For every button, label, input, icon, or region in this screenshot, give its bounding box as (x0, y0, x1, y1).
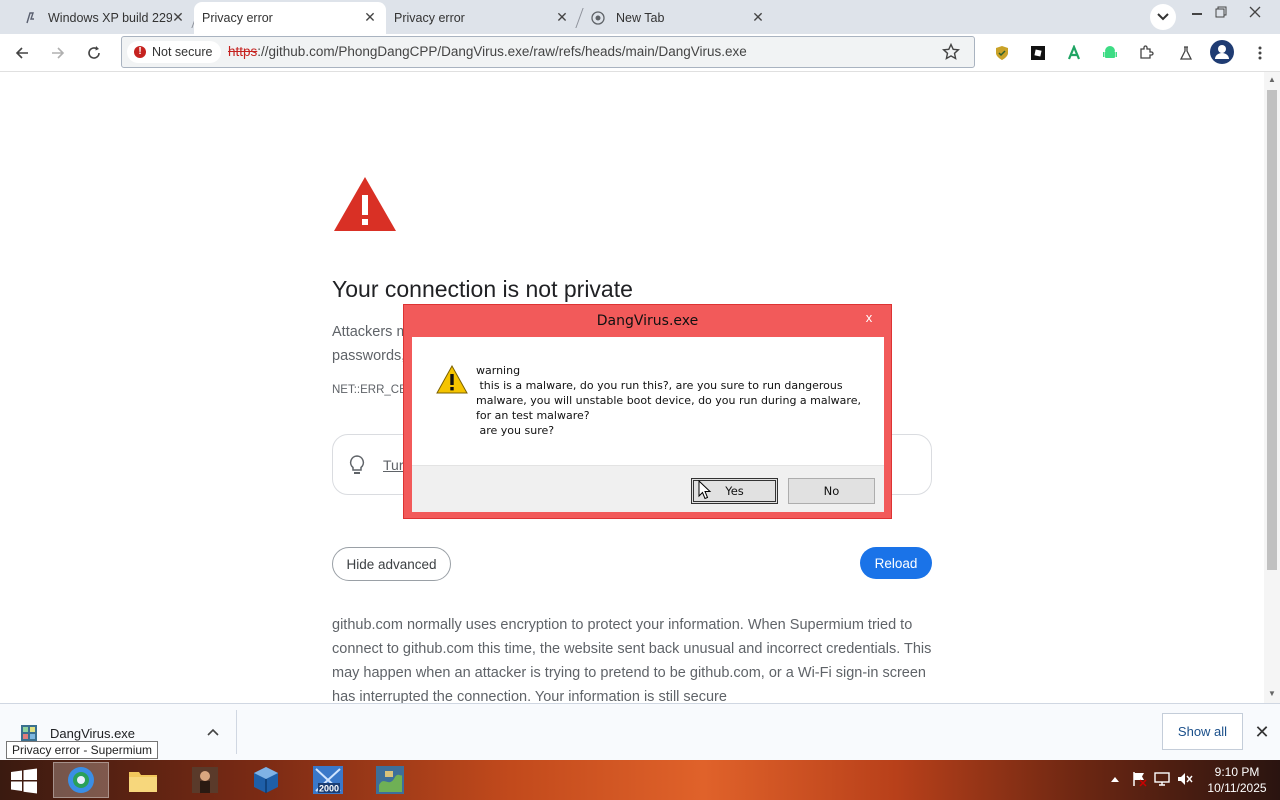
lightbulb-icon (349, 455, 365, 474)
warning-triangle-icon (334, 177, 396, 231)
taskbar-supermium-browser[interactable] (53, 762, 109, 798)
url-text[interactable]: https://github.com/PhongDangCPP/DangViru… (228, 44, 747, 59)
tab-close-icon[interactable]: ✕ (554, 9, 570, 25)
clock-date: 10/11/2025 (1207, 781, 1267, 795)
taskbar-game-app[interactable] (177, 762, 233, 798)
dialog-message-line: for an test malware? (476, 409, 590, 422)
shelf-close-icon[interactable]: ✕ (1252, 722, 1272, 742)
taskbar-virtualbox[interactable] (238, 762, 294, 798)
reload-button[interactable]: Reload (860, 547, 932, 579)
system-clock[interactable]: 9:10 PM 10/11/2025 (1200, 764, 1274, 796)
scrollbar-thumb[interactable] (1267, 90, 1277, 570)
tab-windows-xp[interactable]: Windows XP build 229( ✕ (14, 2, 200, 34)
dialog-message: warning this is a malware, do you run th… (476, 363, 866, 438)
forward-arrow-icon[interactable] (46, 41, 70, 65)
dialog-no-button[interactable]: No (788, 478, 875, 504)
tab-title: Windows XP build 229( (48, 11, 172, 25)
tab-new-tab[interactable]: New Tab ✕ (582, 2, 774, 34)
tab-privacy-error[interactable]: Privacy error ✕ (386, 2, 584, 34)
back-arrow-icon[interactable] (10, 41, 34, 65)
tab-favicon-icon (22, 10, 38, 26)
scroll-down-icon[interactable]: ▼ (1267, 689, 1277, 699)
not-secure-icon: ! (134, 46, 146, 58)
reload-icon[interactable] (82, 41, 106, 65)
globe-icon (590, 10, 606, 26)
tab-close-icon[interactable]: ✕ (750, 9, 766, 25)
action-center-flag-icon[interactable] (1130, 770, 1148, 788)
restore-icon[interactable] (1208, 2, 1234, 22)
folder-icon (129, 772, 157, 792)
shield-extension-icon[interactable] (992, 43, 1012, 63)
roblox-extension-icon[interactable] (1028, 43, 1048, 63)
windows-2000-icon: 2000 (313, 766, 343, 794)
dialog-footer: Yes No (412, 465, 884, 512)
android-extension-icon[interactable] (1100, 43, 1120, 63)
tab-title: New Tab (616, 11, 665, 25)
tab-search-dropdown-icon[interactable] (1150, 4, 1176, 30)
security-chip[interactable]: ! Not secure (127, 41, 222, 63)
show-all-button[interactable]: Show all (1162, 713, 1243, 750)
dialog-title: DangVirus.exe (596, 313, 699, 329)
bookmark-star-icon[interactable] (942, 43, 960, 61)
network-icon[interactable] (1153, 770, 1171, 788)
windows-start-icon[interactable] (10, 768, 38, 794)
virtualbox-icon (254, 767, 278, 793)
tab-close-icon[interactable]: ✕ (170, 9, 186, 25)
minimize-icon[interactable] (1184, 2, 1210, 22)
a-extension-icon[interactable] (1064, 43, 1084, 63)
exe-file-icon (21, 725, 37, 741)
volume-muted-icon[interactable] (1176, 770, 1194, 788)
tray-overflow-chevron-icon[interactable] (1106, 770, 1124, 788)
tab-privacy-error-active[interactable]: Privacy error ✕ (194, 2, 386, 34)
dialog-message-line: are you sure? (476, 424, 555, 437)
dialog-close-button[interactable]: x (855, 309, 883, 327)
url-rest: ://github.com/PhongDangCPP/DangVirus.exe… (257, 44, 747, 59)
tip-link[interactable]: Tur (383, 457, 403, 473)
tab-close-icon[interactable]: ✕ (362, 9, 378, 25)
dialog-body: warning this is a malware, do you run th… (412, 337, 884, 512)
scroll-up-icon[interactable]: ▲ (1267, 75, 1277, 85)
browser-toolbar: ! Not secure https://github.com/PhongDan… (0, 34, 1280, 72)
dangvirus-dialog: DangVirus.exe x warning this is a malwar… (403, 304, 892, 519)
hide-advanced-button[interactable]: Hide advanced (332, 547, 451, 581)
tab-strip: Windows XP build 229( ✕ Privacy error ✕ … (0, 0, 1280, 34)
taskbar-tooltip: Privacy error - Supermium (6, 741, 159, 759)
download-shelf: DangVirus.exe Show all ✕ (0, 703, 1280, 760)
chevron-up-icon[interactable] (206, 726, 220, 740)
dialog-message-line: warning (476, 364, 521, 377)
mouse-cursor-icon (698, 480, 712, 500)
dialog-message-line: malware, you will unstable boot device, … (476, 394, 861, 407)
menu-dots-icon[interactable] (1250, 43, 1270, 63)
taskbar: 2000 9:10 PM 10/11/2025 (0, 760, 1280, 800)
profile-avatar-icon[interactable] (1208, 38, 1236, 66)
security-chip-label: Not secure (152, 45, 213, 59)
download-file-name: DangVirus.exe (50, 726, 136, 741)
page-scrollbar[interactable]: ▲ ▼ (1264, 72, 1280, 703)
url-scheme: https (228, 44, 258, 59)
game-app-icon (192, 767, 218, 793)
taskbar-map-app[interactable] (362, 762, 418, 798)
advanced-details-text: github.com normally uses encryption to p… (332, 617, 932, 703)
address-bar[interactable]: ! Not secure https://github.com/PhongDan… (121, 36, 975, 68)
taskbar-windows-2000-app[interactable]: 2000 (300, 762, 356, 798)
map-app-icon (376, 766, 404, 794)
window-close-icon[interactable] (1242, 2, 1268, 22)
clock-time: 9:10 PM (1214, 765, 1260, 779)
dialog-warning-icon (436, 365, 468, 394)
taskbar-file-explorer[interactable] (115, 762, 171, 798)
tab-title: Privacy error (202, 11, 273, 25)
puzzle-extensions-icon[interactable] (1136, 43, 1156, 63)
tab-title: Privacy error (394, 11, 465, 25)
taskbar-app-badge: 2000 (319, 784, 339, 794)
page-title: Your connection is not private (332, 276, 633, 302)
flask-labs-icon[interactable] (1176, 43, 1196, 63)
dialog-message-line: this is a malware, do you run this?, are… (476, 379, 843, 392)
browser-app-icon (68, 767, 94, 793)
